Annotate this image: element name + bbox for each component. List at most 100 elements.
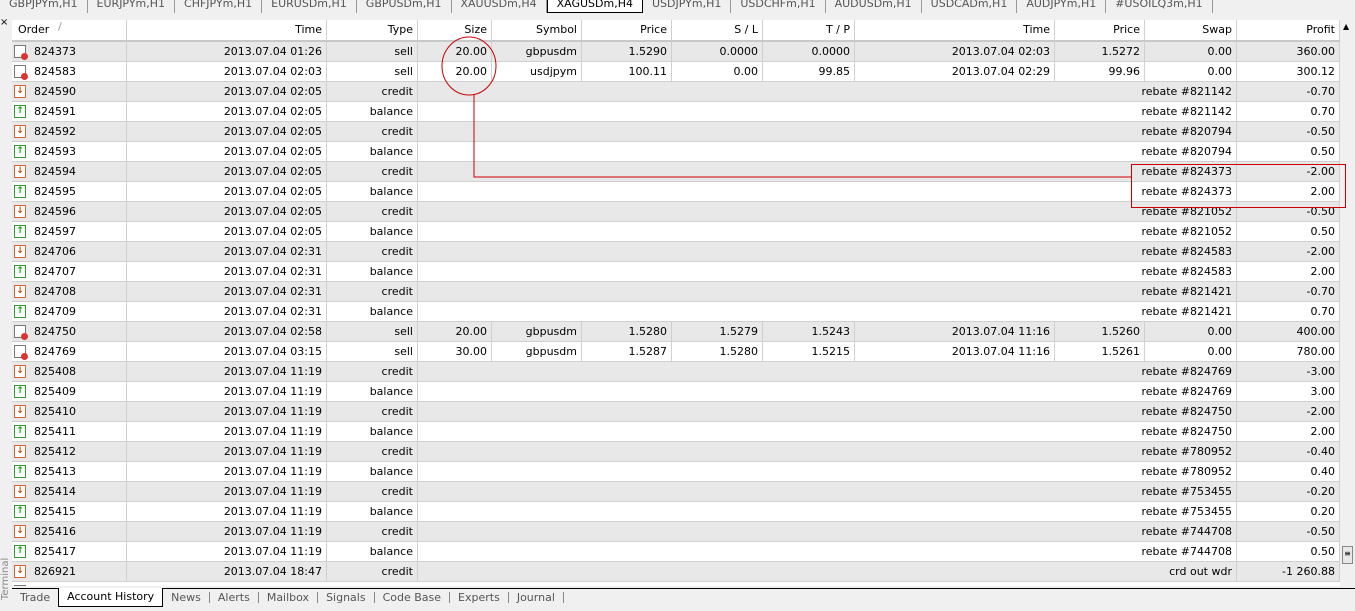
cell-comment: rebate #824373 [430, 182, 1237, 201]
vertical-scrollbar[interactable]: ▲ ≡ [1340, 20, 1355, 586]
table-row[interactable]: ↑ 824591 2013.07.04 02:05 balance rebate #82… [12, 102, 1340, 122]
cell-time: 2013.07.04 01:26 [127, 42, 327, 61]
table-row[interactable]: ↑ 825411 2013.07.04 11:19 balance rebate #82… [12, 422, 1340, 442]
table-row[interactable]: 824750 2013.07.04 02:58 sell 20.00 gbpusdm 1.… [12, 322, 1340, 342]
cell-time: 2013.07.04 02:05 [127, 202, 327, 221]
table-row[interactable]: ↓ 825416 2013.07.04 11:19 credit rebate #744… [12, 522, 1340, 542]
cell-order: 825408 [12, 362, 127, 381]
table-row[interactable]: 824373 2013.07.04 01:26 sell 20.00 gbpusdm 1.… [12, 42, 1340, 62]
cell-time: 2013.07.04 02:05 [127, 122, 327, 141]
close-icon[interactable]: × [0, 17, 8, 28]
column-header-price[interactable]: Price [582, 20, 672, 40]
tab-experts[interactable]: Experts [450, 592, 509, 603]
cell-comment: rebate #821052 [430, 222, 1237, 241]
cell-type: credit [327, 562, 418, 581]
chart-tab[interactable]: AUDJPYm,H1 [1017, 0, 1107, 13]
cell-order: 824593 [12, 142, 127, 161]
tab-alerts[interactable]: Alerts [210, 592, 259, 603]
table-row[interactable]: ↓ 825410 2013.07.04 11:19 credit rebate #824… [12, 402, 1340, 422]
column-header-symbol[interactable]: Symbol [492, 20, 582, 40]
chart-tab[interactable]: USDJPYm,H1 [643, 0, 732, 13]
table-row[interactable]: ↑ 824595 2013.07.04 02:05 balance rebate #82… [12, 182, 1340, 202]
column-header-order[interactable]: Order [12, 20, 127, 40]
tab-signals[interactable]: Signals [318, 592, 375, 603]
table-row[interactable]: ↑ 825417 2013.07.04 11:19 balance rebate #74… [12, 542, 1340, 562]
chart-tab[interactable]: CHFJPYm,H1 [175, 0, 263, 13]
cell-type: balance [327, 182, 418, 201]
tab-news[interactable]: News [163, 592, 210, 603]
column-header-sl[interactable]: S / L [672, 20, 763, 40]
cell-comment: rebate #824583 [430, 262, 1237, 281]
table-row[interactable]: ↓ 824594 2013.07.04 02:05 credit rebate #824… [12, 162, 1340, 182]
cell-comment: rebate #824583 [430, 242, 1237, 261]
cell-ctime: 2013.07.04 11:16 [855, 322, 1055, 341]
chart-tab[interactable]: USDCADm,H1 [922, 0, 1018, 13]
table-row[interactable]: 824769 2013.07.04 03:15 sell 30.00 gbpusdm 1.… [12, 342, 1340, 362]
cell-profit: -0.50 [1237, 202, 1340, 221]
table-row[interactable]: ↓ 825412 2013.07.04 11:19 credit rebate #780… [12, 442, 1340, 462]
cell-symbol: gbpusdm [492, 42, 582, 61]
tab-journal[interactable]: Journal [509, 592, 564, 603]
table-row[interactable]: ↓ 826921 2013.07.04 18:47 credit crd out wdr… [12, 562, 1340, 582]
column-header-time[interactable]: Time [127, 20, 327, 40]
cell-profit: 360.00 [1237, 42, 1340, 61]
account-history-table: Order Time Type Size Symbol Price S / LT / P Ti… [12, 20, 1340, 586]
table-row[interactable] [12, 582, 1340, 586]
table-row[interactable]: ↓ 824706 2013.07.04 02:31 credit rebate #824… [12, 242, 1340, 262]
chart-tab[interactable]: GBPJPYm,H1 [0, 0, 88, 13]
cell-type: balance [327, 222, 418, 241]
chart-tab[interactable]: EURUSDm,H1 [262, 0, 357, 13]
cell-type: balance [327, 382, 418, 401]
cell-comment: rebate #753455 [430, 502, 1237, 521]
table-row[interactable]: ↑ 824597 2013.07.04 02:05 balance rebate #82… [12, 222, 1340, 242]
chart-tab[interactable]: XAGUSDm,H4 [546, 0, 643, 13]
table-header: Order Time Type Size Symbol Price S / LT / P Ti… [12, 20, 1340, 42]
table-row[interactable]: ↓ 825414 2013.07.04 11:19 credit rebate #753… [12, 482, 1340, 502]
column-header-profit[interactable]: Profit [1237, 20, 1340, 40]
table-row[interactable]: ↓ 825408 2013.07.04 11:19 credit rebate #824… [12, 362, 1340, 382]
table-row[interactable]: ↓ 824596 2013.07.04 02:05 credit rebate #821… [12, 202, 1340, 222]
column-header-size[interactable]: Size [418, 20, 492, 40]
table-row[interactable]: 824583 2013.07.04 02:03 sell 20.00 usdjpym 10… [12, 62, 1340, 82]
chart-tab[interactable]: GBPUSDm,H1 [357, 0, 452, 13]
column-header-type[interactable]: Type [327, 20, 418, 40]
cell-order: 824750 [12, 322, 127, 341]
chart-tab[interactable]: #USOILQ3m,H1 [1106, 0, 1213, 13]
column-header-ctime[interactable]: Time [855, 20, 1055, 40]
cell-swap: 0.00 [1145, 342, 1237, 361]
cell-time: 2013.07.04 02:03 [127, 62, 327, 81]
scroll-up-icon[interactable]: ▲ [1343, 22, 1349, 31]
table-row[interactable]: ↓ 824708 2013.07.04 02:31 credit rebate #821… [12, 282, 1340, 302]
tab-code-base[interactable]: Code Base [375, 592, 451, 603]
column-header-cprice[interactable]: Price [1055, 20, 1145, 40]
table-row[interactable]: ↑ 824707 2013.07.04 02:31 balance rebate #82… [12, 262, 1340, 282]
scroll-thumb[interactable]: ≡ [1342, 546, 1353, 564]
cell-comment: rebate #820794 [430, 122, 1237, 141]
chart-tab[interactable]: USDCHFm,H1 [731, 0, 826, 13]
column-header-tp[interactable]: T / P [763, 20, 855, 40]
table-row[interactable]: ↓ 824590 2013.07.04 02:05 credit rebate #821… [12, 82, 1340, 102]
chart-tab[interactable]: XAUUSDm,H4 [452, 0, 547, 13]
cell-tp: 99.85 [763, 62, 855, 81]
table-row[interactable]: ↑ 825409 2013.07.04 11:19 balance rebate #82… [12, 382, 1340, 402]
table-row[interactable]: ↑ 825413 2013.07.04 11:19 balance rebate #78… [12, 462, 1340, 482]
tab-account-history[interactable]: Account History [58, 588, 164, 607]
chart-tab[interactable]: AUDUSDm,H1 [826, 0, 922, 13]
cell-tp: 0.0000 [763, 42, 855, 61]
cell-symbol: gbpusdm [492, 342, 582, 361]
chart-tabs: GBPJPYm,H1 EURJPYm,H1 CHFJPYm,H1 EURUSDm,H1… [0, 0, 1355, 13]
table-row[interactable]: ↑ 824593 2013.07.04 02:05 balance rebate #82… [12, 142, 1340, 162]
table-row[interactable]: ↑ 824709 2013.07.04 02:31 balance rebate #82… [12, 302, 1340, 322]
table-row[interactable]: ↑ 825415 2013.07.04 11:19 balance rebate #75… [12, 502, 1340, 522]
chart-tab[interactable]: EURJPYm,H1 [88, 0, 176, 13]
cell-order: 824590 [12, 82, 127, 101]
cell-order: 824373 [12, 42, 127, 61]
cell-type: sell [327, 62, 418, 81]
cell-order: 824595 [12, 182, 127, 201]
table-row[interactable]: ↓ 824592 2013.07.04 02:05 credit rebate #820… [12, 122, 1340, 142]
column-header-swap[interactable]: Swap [1145, 20, 1237, 40]
tab-trade[interactable]: Trade [12, 589, 58, 606]
tab-mailbox[interactable]: Mailbox [259, 592, 319, 603]
cell-type: sell [327, 322, 418, 341]
cell-time: 2013.07.04 02:05 [127, 82, 327, 101]
